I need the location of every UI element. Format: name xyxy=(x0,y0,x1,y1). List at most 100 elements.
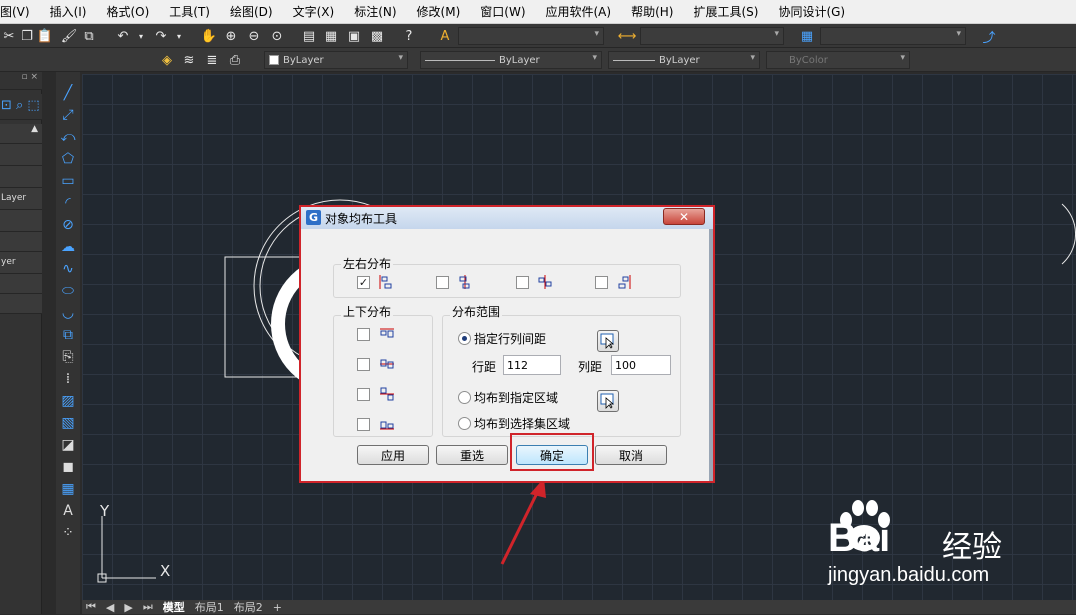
cut-icon[interactable]: ✂ xyxy=(0,27,18,45)
block-editor-icon[interactable]: ⧉ xyxy=(80,27,98,45)
copy-icon[interactable]: ❐ xyxy=(18,27,36,45)
region-icon[interactable]: ◪ xyxy=(59,436,77,454)
add-selected-icon[interactable]: ⁘ xyxy=(59,524,77,542)
radio-spacing[interactable] xyxy=(458,332,471,345)
linetype-combo[interactable]: ByLayer ▾ xyxy=(420,51,602,69)
paste-icon[interactable]: 📋 xyxy=(36,27,54,45)
panel-row[interactable] xyxy=(0,232,42,252)
zoom-realtime-icon[interactable]: ⊕ xyxy=(222,27,240,45)
lineweight-combo[interactable]: ByLayer ▾ xyxy=(608,51,760,69)
dim-style-combo[interactable]: ▾ xyxy=(640,27,784,45)
ellipse-icon[interactable]: ⬭ xyxy=(59,282,77,300)
color-combo[interactable]: ByLayer ▾ xyxy=(264,51,408,69)
multileader-style-icon[interactable]: ⤴ xyxy=(980,27,998,46)
tab-next-icon[interactable]: ▶ xyxy=(124,601,132,614)
undo-icon[interactable]: ↶ xyxy=(114,27,132,45)
panel-row[interactable] xyxy=(0,294,42,314)
plotstyle-combo[interactable]: ByColor ▾ xyxy=(766,51,910,69)
tab-first-icon[interactable]: ⏮ xyxy=(86,600,96,614)
rectangle-icon[interactable]: ▭ xyxy=(59,172,77,190)
menu-dimension[interactable]: 标注(N) xyxy=(344,3,406,20)
row-spacing-input[interactable]: 112 xyxy=(503,355,561,375)
zoom-window-icon[interactable]: ⊖ xyxy=(245,27,263,45)
checkbox-h-center[interactable] xyxy=(436,276,449,289)
insert-block-icon[interactable]: ⧉ xyxy=(59,326,77,344)
layer-previous-icon[interactable]: ≋ xyxy=(180,51,198,69)
pick-spacing-button[interactable] xyxy=(597,330,619,352)
spline-icon[interactable]: ∿ xyxy=(59,260,77,278)
panel-row-layer-2[interactable]: yer xyxy=(0,252,42,274)
dim-style-icon[interactable]: ⟷ xyxy=(618,27,637,45)
checkbox-h-spacing[interactable] xyxy=(516,276,529,289)
tab-model[interactable]: 模型 xyxy=(163,599,185,615)
layer-manager-icon[interactable]: ◈ xyxy=(158,51,176,69)
make-block-icon[interactable]: ⎘ xyxy=(59,348,77,366)
close-button[interactable]: ✕ xyxy=(663,208,705,225)
layer-states-icon[interactable]: ≣ xyxy=(203,51,221,69)
table-style-combo[interactable]: ▾ xyxy=(820,27,966,45)
redo-dropdown-icon[interactable]: ▾ xyxy=(170,27,188,45)
menu-window[interactable]: 窗口(W) xyxy=(470,3,535,20)
panel-row[interactable] xyxy=(0,210,42,232)
menu-insert[interactable]: 插入(I) xyxy=(40,3,97,20)
menu-view[interactable]: 图(V) xyxy=(0,3,40,20)
undo-dropdown-icon[interactable]: ▾ xyxy=(132,27,150,45)
tab-add[interactable]: + xyxy=(273,601,282,614)
panel-row[interactable] xyxy=(0,166,42,188)
table-icon[interactable]: ▦ xyxy=(59,480,77,498)
checkbox-v-bottom[interactable] xyxy=(357,418,370,431)
point-icon[interactable]: ⁞ xyxy=(59,370,77,388)
polygon-icon[interactable]: ⬠ xyxy=(59,150,77,168)
panel-row[interactable] xyxy=(0,144,42,166)
redo-icon[interactable]: ↷ xyxy=(152,27,170,45)
col-spacing-input[interactable]: 100 xyxy=(611,355,671,375)
zoom-previous-icon[interactable]: ⊙ xyxy=(268,27,286,45)
ellipse-arc-icon[interactable]: ◡ xyxy=(59,304,77,322)
polyline-icon[interactable]: ⤺ xyxy=(59,128,77,146)
ray-icon[interactable]: ⤢ xyxy=(59,106,77,124)
menu-extensions[interactable]: 扩展工具(S) xyxy=(683,3,768,20)
calculator-icon[interactable]: ▩ xyxy=(368,27,386,45)
table-style-icon[interactable]: ▦ xyxy=(798,27,816,45)
tab-last-icon[interactable]: ⏭ xyxy=(143,600,153,614)
hatch-icon[interactable]: ▨ xyxy=(59,392,77,410)
menu-format[interactable]: 格式(O) xyxy=(96,3,159,20)
text-style-combo[interactable]: ▾ xyxy=(458,27,604,45)
arc-icon[interactable]: ◜ xyxy=(59,194,77,212)
panel-row[interactable] xyxy=(0,274,42,294)
checkbox-v-top[interactable] xyxy=(357,328,370,341)
panel-row-layer[interactable]: Layer xyxy=(0,188,42,210)
panel-dropdown[interactable]: ▲ xyxy=(0,124,42,144)
menu-modify[interactable]: 修改(M) xyxy=(407,3,471,20)
cancel-button[interactable]: 取消 xyxy=(595,445,667,465)
layer-match-icon[interactable]: ⎙ xyxy=(226,51,244,69)
menu-help[interactable]: 帮助(H) xyxy=(621,3,683,20)
gradient-icon[interactable]: ▧ xyxy=(59,414,77,432)
properties-icon[interactable]: ▤ xyxy=(300,27,318,45)
tab-prev-icon[interactable]: ◀ xyxy=(106,601,114,614)
pick-area-button[interactable] xyxy=(597,390,619,412)
reset-button[interactable]: 重选 xyxy=(436,445,508,465)
menu-tools[interactable]: 工具(T) xyxy=(159,3,220,20)
design-center-icon[interactable]: ▦ xyxy=(322,27,340,45)
circle-icon[interactable]: ⊘ xyxy=(59,216,77,234)
wipeout-icon[interactable]: ◼ xyxy=(59,458,77,476)
menu-text[interactable]: 文字(X) xyxy=(283,3,345,20)
tab-layout2[interactable]: 布局2 xyxy=(234,599,263,615)
mtext-icon[interactable]: A xyxy=(59,502,77,520)
match-properties-icon[interactable]: 🖌 xyxy=(60,27,78,45)
checkbox-h-left[interactable]: ✓ xyxy=(357,276,370,289)
tool-palette-icon[interactable]: ▣ xyxy=(345,27,363,45)
menu-collab[interactable]: 协同设计(G) xyxy=(768,3,855,20)
text-style-icon[interactable]: A xyxy=(436,27,454,45)
menu-apps[interactable]: 应用软件(A) xyxy=(536,3,622,20)
checkbox-h-right[interactable] xyxy=(595,276,608,289)
apply-button[interactable]: 应用 xyxy=(357,445,429,465)
line-icon[interactable]: ╱ xyxy=(59,84,77,102)
radio-area[interactable] xyxy=(458,391,471,404)
menu-draw[interactable]: 绘图(D) xyxy=(220,3,283,20)
radio-selection[interactable] xyxy=(458,417,471,430)
tab-layout1[interactable]: 布局1 xyxy=(195,599,224,615)
checkbox-v-center[interactable] xyxy=(357,358,370,371)
pan-icon[interactable]: ✋ xyxy=(200,27,218,45)
